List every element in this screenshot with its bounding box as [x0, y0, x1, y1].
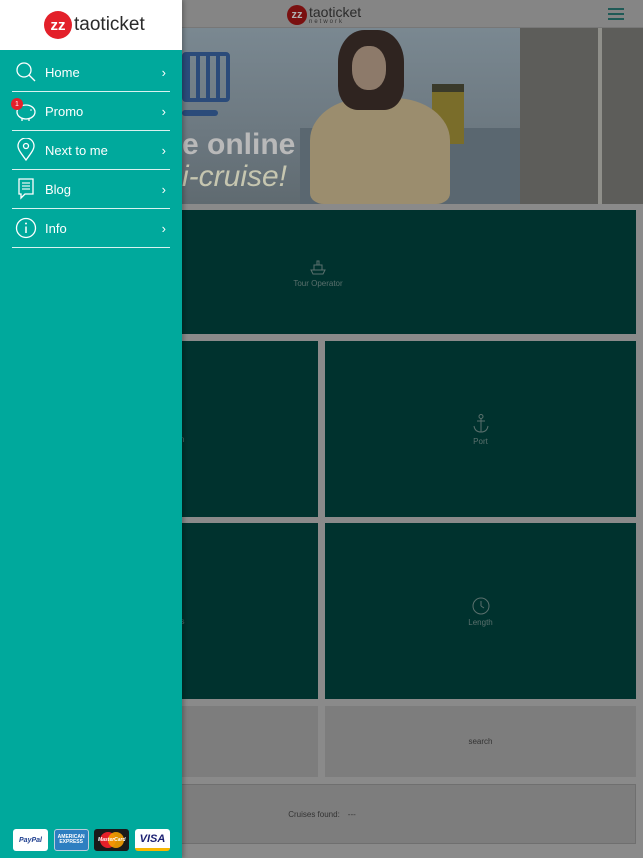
drawer-menu: Home › 1 Promo › Next to me › Blog › Inf… [11, 53, 170, 248]
chevron-right-icon: › [161, 181, 166, 197]
chevron-right-icon: › [161, 142, 166, 158]
length-label: Length [468, 617, 493, 627]
document-icon [14, 177, 38, 201]
cruises-found-value: --- [347, 809, 356, 819]
chevron-right-icon: › [161, 64, 166, 80]
search-button[interactable]: search [325, 706, 636, 777]
chevron-right-icon: › [161, 103, 166, 119]
hero-subheadline: i-cruise! [182, 160, 288, 193]
drawer-logo[interactable]: zz taoticket [44, 9, 145, 41]
menu-item-home[interactable]: Home › [12, 53, 170, 92]
clock-icon [472, 597, 489, 614]
shopping-cart-icon [182, 52, 230, 102]
port-label: Port [473, 436, 488, 446]
search-button-label: search [468, 737, 493, 746]
info-icon [14, 216, 38, 240]
brand-name: taoticket [309, 4, 362, 20]
top-logo[interactable]: zz taoticket network [287, 4, 361, 26]
brand-mark-icon: zz [287, 5, 307, 25]
menu-item-label: Info [45, 220, 67, 236]
brand-mark-icon: zz [44, 11, 72, 39]
hero-headline: e online [182, 128, 296, 161]
hamburger-menu-icon[interactable] [608, 8, 624, 20]
tour-operator-label: Tour Operator [293, 278, 343, 288]
chevron-right-icon: › [161, 220, 166, 236]
length-tile[interactable]: Length [325, 523, 636, 699]
port-tile[interactable]: Port [325, 341, 636, 517]
menu-item-next-to-me[interactable]: Next to me › [12, 131, 170, 170]
menu-item-label: Blog [45, 181, 72, 197]
menu-item-promo[interactable]: 1 Promo › [11, 92, 170, 131]
notification-badge: 1 [11, 98, 23, 110]
menu-item-label: Next to me [45, 142, 108, 158]
amex-logo: AMERICAN EXPRESS [53, 829, 89, 851]
location-pin-icon [14, 138, 38, 162]
menu-item-label: Home [45, 64, 80, 80]
side-drawer: zz taoticket Home › 1 Promo › Next to me… [0, 0, 182, 858]
anchor-icon [473, 413, 488, 433]
drawer-brand-name: taoticket [74, 14, 145, 35]
paypal-logo: PayPal [13, 829, 48, 851]
drawer-header: zz taoticket [0, 0, 182, 50]
cruises-found-label: Cruises found: [288, 809, 340, 819]
mastercard-logo: MasterCard [94, 829, 130, 851]
search-icon [14, 60, 38, 84]
visa-logo: VISA [134, 829, 170, 851]
menu-item-blog[interactable]: Blog › [12, 170, 170, 209]
brand-subtitle: network [309, 19, 345, 25]
payment-methods: PayPal AMERICAN EXPRESS MasterCard VISA [13, 829, 170, 851]
menu-item-label: Promo [45, 103, 84, 119]
ship-icon [310, 260, 326, 274]
menu-item-info[interactable]: Info › [12, 209, 170, 248]
